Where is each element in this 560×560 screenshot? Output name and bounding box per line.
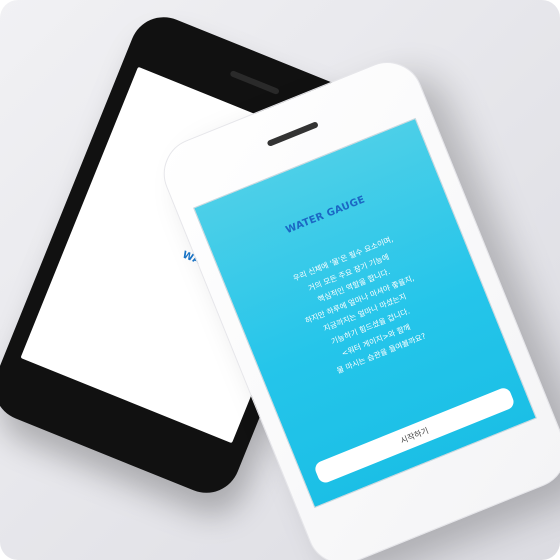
mockup-scene: WATER GAUGE WATER GAUGE 우리 신체에 '물'은 필수 요… [0,0,560,560]
back-phone-speaker [229,70,280,96]
start-button[interactable]: 시작하기 [312,385,516,485]
front-phone-speaker [266,121,319,147]
app-title: WATER GAUGE [284,194,367,237]
intro-description: 우리 신체에 '물'은 필수 요소이며, 거의 모든 주요 장기 기능에 핵심적… [288,234,437,380]
